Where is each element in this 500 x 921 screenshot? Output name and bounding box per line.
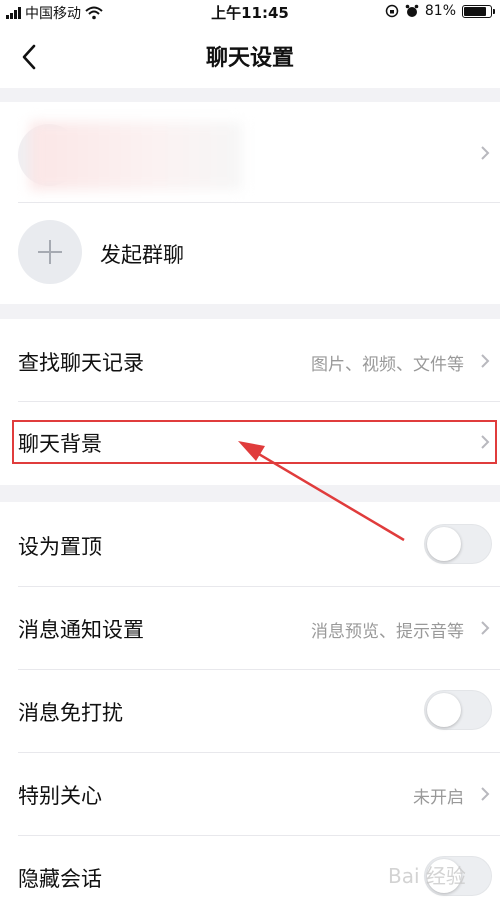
chevron-right-icon: [481, 146, 490, 160]
special-care-label: 特别关心: [18, 784, 102, 808]
dnd-row: 消息免打扰: [0, 670, 500, 752]
notification-settings-value: 消息预览、提示音等: [311, 622, 464, 642]
notification-settings-row[interactable]: 消息通知设置 消息预览、提示音等: [0, 587, 500, 669]
hide-chat-label: 隐藏会话: [18, 867, 102, 891]
page-title: 聊天设置: [205, 46, 294, 71]
status-bar: 中国移动 上午11:45 81%: [0, 0, 500, 26]
chevron-right-icon: [481, 787, 490, 801]
chat-background-label: 聊天背景: [18, 432, 102, 456]
chat-tools-section: 查找聊天记录 图片、视频、文件等 聊天背景: [0, 319, 500, 485]
battery-icon: [462, 4, 495, 18]
pin-top-toggle[interactable]: [424, 524, 492, 564]
search-history-value: 图片、视频、文件等: [311, 355, 464, 375]
chat-settings-section: 设为置顶 消息通知设置 消息预览、提示音等 消息免打扰 特别关心 未开启 隐藏会…: [0, 502, 500, 921]
search-history-row[interactable]: 查找聊天记录 图片、视频、文件等: [0, 319, 500, 401]
pin-top-label: 设为置顶: [18, 535, 102, 559]
contact-section: 发起群聊: [0, 102, 500, 304]
plus-icon: [18, 220, 82, 284]
special-care-row[interactable]: 特别关心 未开启: [0, 753, 500, 835]
watermark: Bai 经验: [388, 864, 466, 888]
battery-percent: 81%: [424, 3, 456, 19]
chat-background-row[interactable]: 聊天背景: [0, 402, 500, 484]
chevron-right-icon: [481, 435, 490, 449]
contact-name-blurred: [30, 122, 242, 190]
chevron-right-icon: [481, 621, 490, 635]
start-group-chat-label: 发起群聊: [100, 243, 184, 267]
dnd-label: 消息免打扰: [18, 701, 123, 725]
alarm-icon: [405, 4, 419, 17]
pin-top-row: 设为置顶: [0, 502, 500, 586]
start-group-chat-row[interactable]: 发起群聊: [0, 203, 500, 303]
rotation-lock-icon: [385, 4, 399, 18]
status-bar-right: 81%: [385, 3, 495, 19]
dnd-toggle[interactable]: [424, 690, 492, 730]
nav-bar: 聊天设置: [0, 26, 500, 88]
contact-row[interactable]: [0, 102, 500, 202]
chevron-right-icon: [481, 354, 490, 368]
special-care-value: 未开启: [413, 788, 464, 808]
notification-settings-label: 消息通知设置: [18, 618, 144, 642]
search-history-label: 查找聊天记录: [18, 351, 144, 375]
